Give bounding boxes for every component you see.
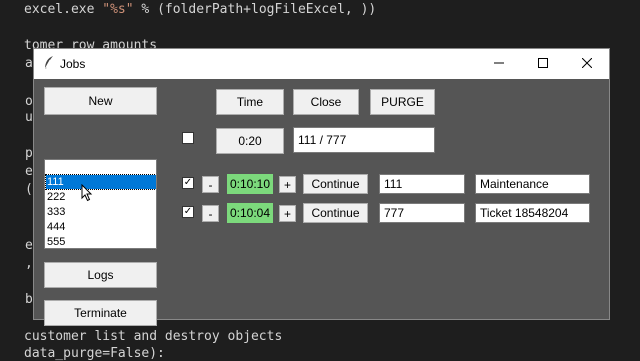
time-button[interactable]: Time — [216, 89, 284, 115]
list-item[interactable]: 111 — [45, 174, 156, 190]
increment-button[interactable]: + — [279, 176, 296, 193]
job-timer: 0:10:04 — [227, 203, 273, 223]
job-description-field[interactable]: Maintenance — [475, 174, 590, 194]
new-button[interactable]: New — [44, 87, 157, 115]
jobs-panel: New 111 222 333 444 555 Logs Terminate T… — [34, 79, 609, 326]
code-line-3: customer list and destroy objects — [24, 329, 283, 344]
job-id-field[interactable]: 111 — [379, 174, 465, 194]
purge-button[interactable]: PURGE — [370, 89, 435, 115]
code-fragment: o — [25, 94, 33, 109]
code-fragment: e — [25, 238, 33, 253]
progress-field[interactable]: 111 / 777 — [293, 127, 435, 153]
close-window-button[interactable] — [565, 49, 609, 79]
minimize-icon — [494, 57, 504, 71]
code-fragment: ( — [25, 182, 33, 197]
select-all-checkbox[interactable] — [182, 132, 194, 144]
terminate-button[interactable]: Terminate — [44, 300, 157, 326]
job-checkbox[interactable]: ✓ — [182, 177, 194, 189]
code-fragment: , — [25, 256, 33, 271]
continue-button[interactable]: Continue — [303, 174, 368, 194]
list-item[interactable]: 333 — [46, 205, 156, 219]
job-timer: 0:10:10 — [227, 174, 273, 194]
code-fragment: u — [25, 110, 33, 125]
code-line-4: data_purge=False): — [24, 346, 165, 361]
decrement-button[interactable]: - — [202, 176, 219, 193]
maximize-button[interactable] — [521, 49, 565, 79]
job-listbox[interactable]: 111 222 333 444 555 — [44, 159, 157, 249]
code-fragment: a — [25, 56, 33, 71]
list-item[interactable]: 222 — [46, 190, 156, 204]
continue-button[interactable]: Continue — [303, 203, 368, 223]
close-button[interactable]: Close — [293, 89, 359, 115]
mouse-cursor-icon — [81, 183, 93, 205]
code-fragment: p — [25, 146, 33, 161]
maximize-icon — [538, 57, 548, 71]
increment-button[interactable]: + — [279, 205, 296, 222]
code-line-1: excel.exe "%s" % (folderPath+logFileExce… — [24, 2, 377, 17]
job-id-field[interactable]: 777 — [379, 203, 465, 223]
feather-icon — [44, 56, 54, 73]
minimize-button[interactable] — [477, 49, 521, 79]
jobs-window: Jobs New 111 222 333 444 555 Logs Termin… — [33, 48, 610, 326]
title-bar[interactable]: Jobs — [34, 49, 609, 79]
window-title: Jobs — [60, 57, 86, 71]
job-checkbox[interactable]: ✓ — [182, 206, 194, 218]
decrement-button[interactable]: - — [202, 205, 219, 222]
logs-button[interactable]: Logs — [44, 262, 157, 288]
close-icon — [581, 57, 593, 71]
code-fragment: e — [25, 164, 33, 179]
total-timer: 0:20 — [216, 128, 284, 154]
list-item[interactable]: 555 — [46, 235, 156, 248]
job-description-field[interactable]: Ticket 18548204 — [475, 203, 590, 223]
code-fragment: b — [25, 292, 33, 307]
list-item[interactable]: 444 — [46, 220, 156, 234]
